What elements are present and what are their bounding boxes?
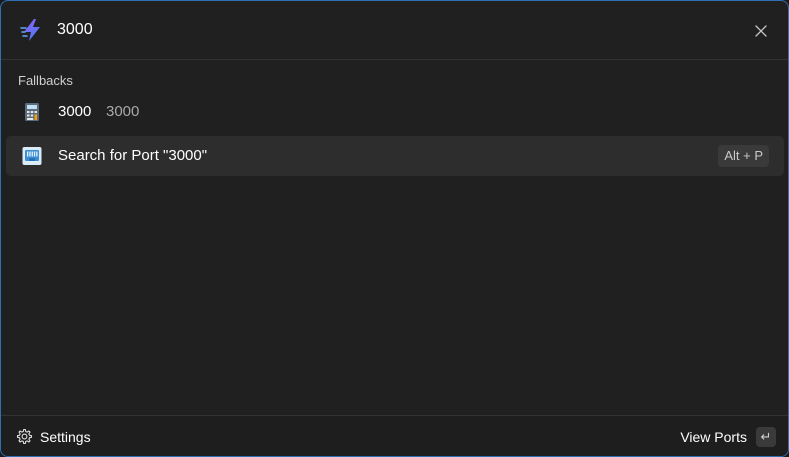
search-bar <box>1 1 788 60</box>
settings-label: Settings <box>40 429 91 445</box>
close-button[interactable] <box>748 18 774 44</box>
search-input[interactable] <box>57 17 717 43</box>
network-port-icon <box>22 146 42 166</box>
lightning-bolt-icon <box>20 18 44 42</box>
gear-icon <box>15 428 33 446</box>
section-header-fallbacks: Fallbacks <box>18 73 73 88</box>
result-item-calculator[interactable]: 3000 3000 <box>6 92 784 132</box>
close-icon <box>755 25 767 37</box>
enter-key-icon: ↵ <box>756 427 776 447</box>
result-subtitle: 3000 <box>106 103 140 120</box>
result-title: 3000 <box>58 103 92 120</box>
view-ports-button[interactable]: View Ports ↵ <box>680 426 776 448</box>
command-palette-window: Fallbacks 3000 3000 <box>0 0 789 457</box>
calculator-icon <box>22 102 42 122</box>
result-item-search-port[interactable]: Search for Port "3000" Alt + P <box>6 136 784 176</box>
result-title: Search for Port "3000" <box>58 147 208 164</box>
view-ports-label: View Ports <box>680 429 747 445</box>
settings-button[interactable]: Settings <box>15 427 91 447</box>
footer-bar: Settings View Ports ↵ <box>1 415 788 456</box>
shortcut-badge: Alt + P <box>718 145 769 167</box>
